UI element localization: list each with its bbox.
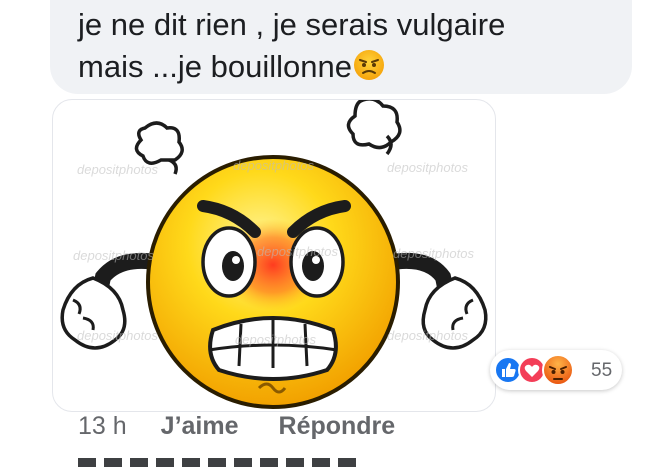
reply-button[interactable]: Répondre (279, 412, 396, 441)
reactions-summary[interactable]: 55 (490, 350, 622, 390)
gritted-teeth-mouth (208, 316, 338, 381)
watermark-text: depositphotos (257, 244, 338, 259)
comment-line-2: mais ...je bouillonne (78, 46, 618, 88)
attached-image[interactable]: depositphotos depositphotos depositphoto… (52, 99, 496, 412)
angry-icon (542, 354, 574, 386)
angry-emoji-icon (354, 50, 384, 80)
reaction-count: 55 (591, 360, 613, 381)
watermark-text: depositphotos (387, 328, 468, 343)
watermark-text: depositphotos (77, 328, 158, 343)
watermark-text: depositphotos (233, 158, 314, 173)
steam-puff-right-icon (346, 100, 402, 156)
next-comment-cropped (78, 458, 358, 467)
comment-actions: 13 h J’aime Répondre (78, 412, 395, 441)
comment-line-1: je ne dit rien , je serais vulgaire (78, 7, 506, 42)
angry-smiley-illustration: depositphotos depositphotos depositphoto… (60, 100, 488, 409)
watermark-text: depositphotos (387, 160, 468, 175)
watermark-text: depositphotos (73, 248, 154, 263)
comment-text: je ne dit rien , je serais vulgaire mais… (78, 4, 618, 88)
watermark-text: depositphotos (77, 162, 158, 177)
like-button[interactable]: J’aime (161, 412, 239, 441)
watermark-text: depositphotos (393, 246, 474, 261)
comment-line-2-text: mais ...je bouillonne (78, 49, 352, 84)
comment-timestamp[interactable]: 13 h (78, 412, 127, 441)
watermark-text: depositphotos (235, 332, 316, 347)
